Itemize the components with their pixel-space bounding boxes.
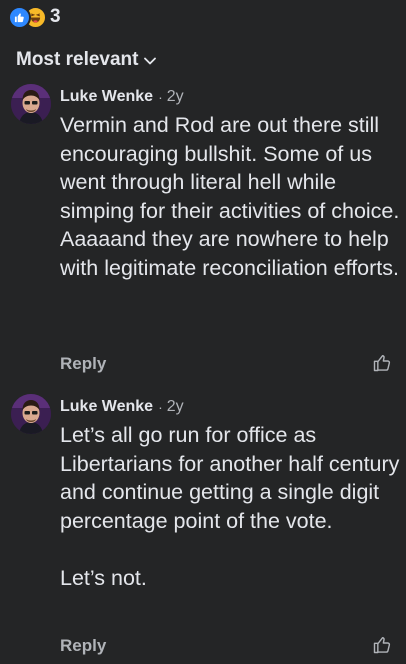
separator-dot: · — [158, 399, 163, 415]
sort-label: Most relevant — [16, 49, 139, 70]
comment-sort-dropdown[interactable]: Most relevant — [16, 46, 157, 74]
reaction-summary[interactable]: 3 — [8, 4, 61, 30]
thumbs-up-icon[interactable] — [372, 353, 392, 373]
thumbs-up-icon[interactable] — [372, 635, 392, 655]
reaction-count: 3 — [50, 6, 61, 27]
reply-button[interactable]: Reply — [60, 636, 106, 656]
reply-button[interactable]: Reply — [60, 354, 106, 374]
separator-dot: · — [158, 89, 163, 105]
comment-age[interactable]: 2y — [167, 88, 184, 106]
comment-age[interactable]: 2y — [167, 398, 184, 416]
avatar[interactable] — [11, 394, 51, 434]
author-name[interactable]: Luke Wenke — [60, 88, 153, 106]
comment-meta: Luke Wenke · 2y — [60, 396, 184, 418]
author-name[interactable]: Luke Wenke — [60, 398, 153, 416]
avatar[interactable] — [11, 84, 51, 124]
comment-text: Vermin and Rod are out there still encou… — [60, 113, 400, 280]
chevron-down-icon — [144, 57, 157, 65]
like-icon — [8, 5, 31, 29]
comment-meta: Luke Wenke · 2y — [60, 86, 184, 108]
comment-text: Let’s all go run for office as Libertari… — [60, 423, 400, 590]
